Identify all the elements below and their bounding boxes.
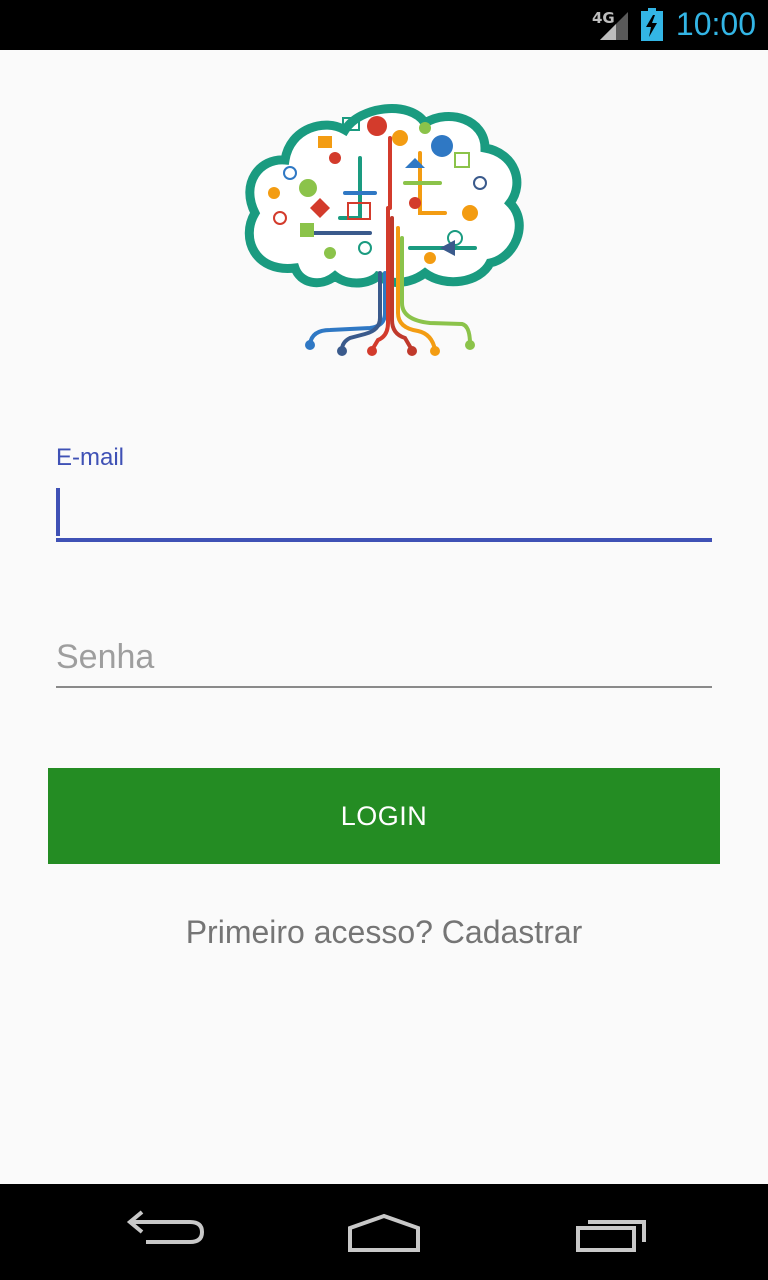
home-icon[interactable] <box>314 1184 454 1280</box>
signal-icon <box>600 12 628 40</box>
email-label: E-mail <box>56 444 125 471</box>
tree-of-icons-logo <box>244 104 524 356</box>
signup-link[interactable]: Primeiro acesso? Cadastrar <box>0 914 768 951</box>
email-field[interactable] <box>56 484 712 542</box>
password-field[interactable] <box>56 628 712 688</box>
clock: 10:00 <box>675 6 756 42</box>
recent-apps-icon[interactable] <box>540 1184 680 1280</box>
battery-charging-icon <box>641 8 663 41</box>
login-button[interactable]: LOGIN <box>48 768 720 864</box>
back-icon[interactable] <box>90 1184 230 1280</box>
status-bar: 4G 10:00 <box>0 0 768 50</box>
navigation-bar <box>0 1184 768 1280</box>
text-cursor <box>56 488 60 536</box>
